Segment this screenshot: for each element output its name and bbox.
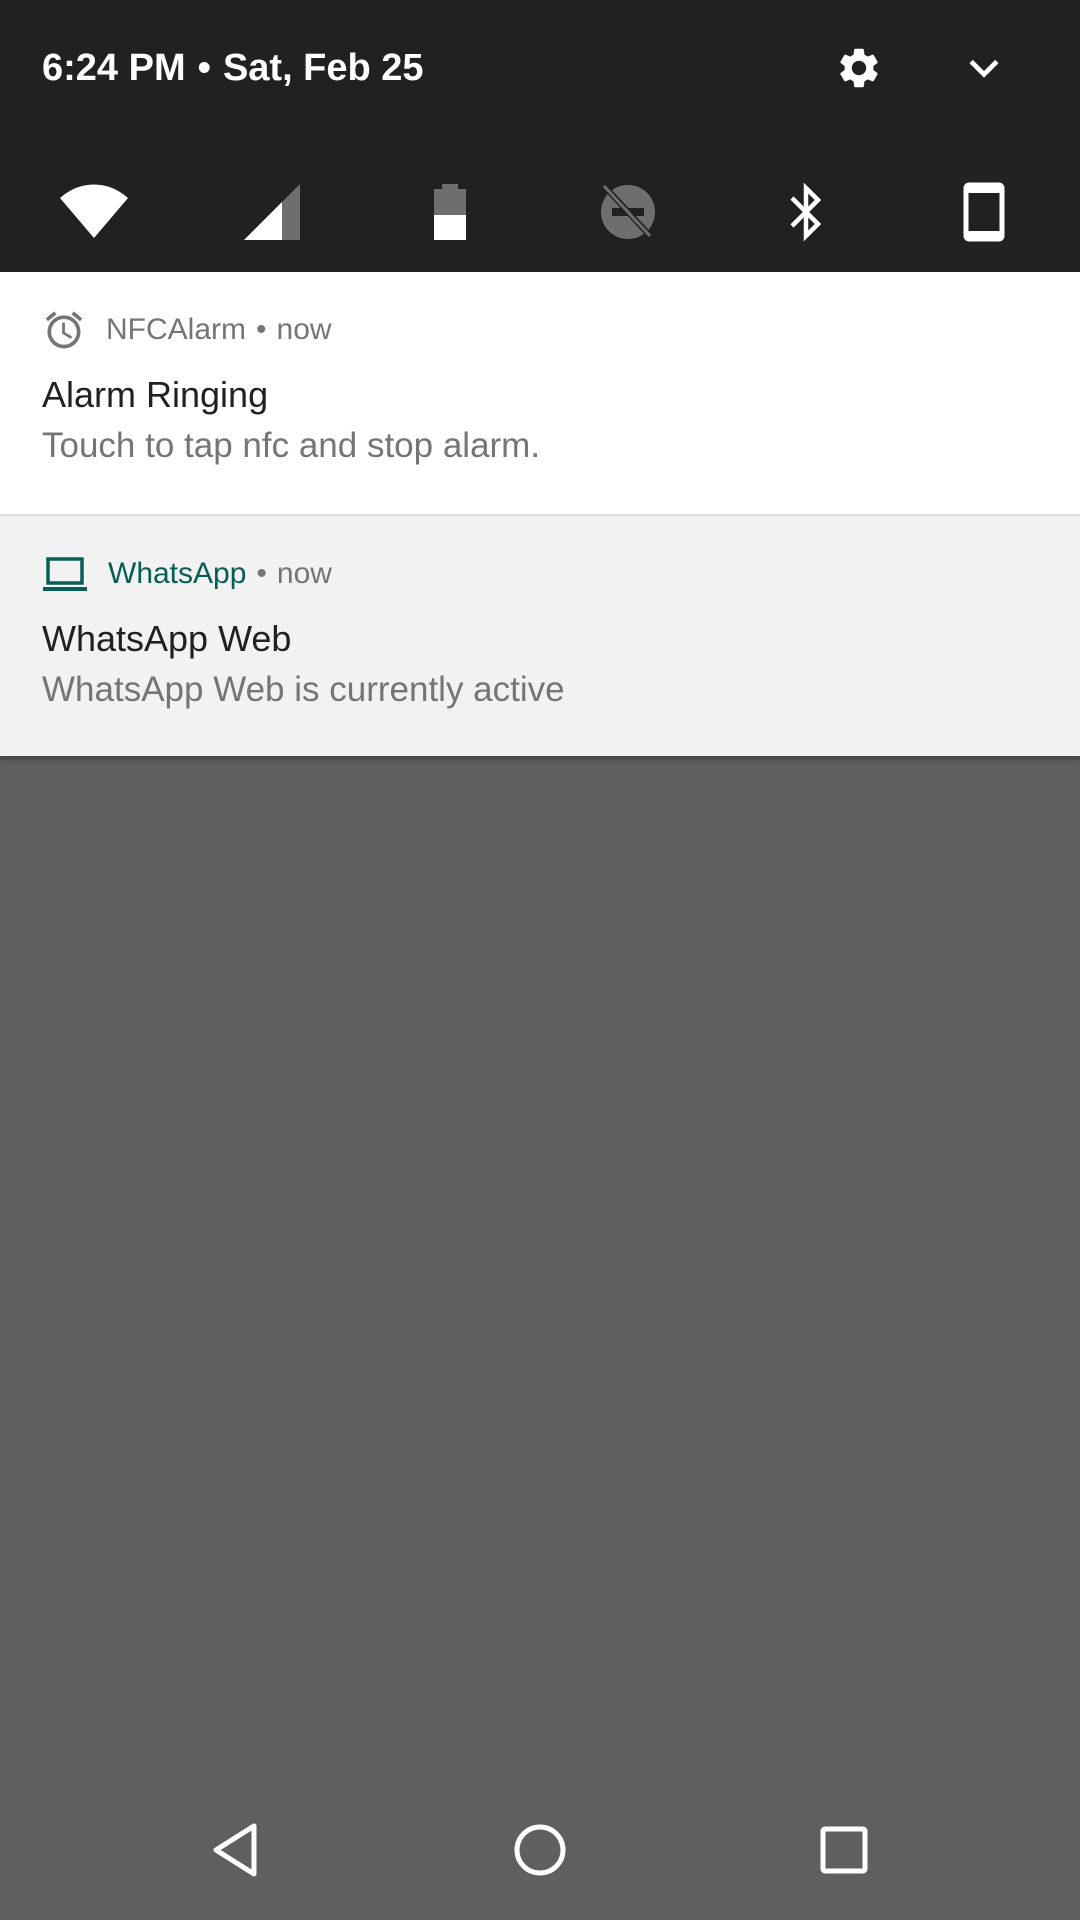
notification-time: now bbox=[276, 557, 332, 590]
notification-whatsapp[interactable]: WhatsApp • now WhatsApp Web WhatsApp Web… bbox=[0, 516, 1080, 756]
quick-settings-panel: 6:24 PM • Sat, Feb 25 bbox=[0, 0, 1080, 272]
clock-date: 6:24 PM • Sat, Feb 25 bbox=[42, 48, 424, 88]
alarm-clock-icon bbox=[45, 311, 83, 349]
cellular-tile[interactable] bbox=[232, 172, 312, 252]
recents-icon bbox=[820, 1826, 868, 1874]
auto-rotate-tile[interactable] bbox=[944, 172, 1024, 252]
notification-nfcalarm[interactable]: NFCAlarm • now Alarm Ringing Touch to ta… bbox=[0, 272, 1080, 516]
wifi-icon bbox=[60, 184, 128, 238]
quick-tiles-row bbox=[0, 160, 1080, 250]
notification-text: Touch to tap nfc and stop alarm. bbox=[42, 426, 541, 465]
do-not-disturb-off-icon bbox=[601, 184, 655, 241]
clock-date-text: Sat, Feb 25 bbox=[222, 47, 424, 89]
wifi-tile[interactable] bbox=[54, 172, 134, 252]
notification-title: WhatsApp Web bbox=[42, 618, 292, 659]
do-not-disturb-tile[interactable] bbox=[588, 172, 668, 252]
notification-separator: • bbox=[256, 557, 267, 590]
clock-separator: • bbox=[197, 47, 211, 89]
bluetooth-tile[interactable] bbox=[766, 172, 846, 252]
expand-button[interactable] bbox=[952, 36, 1016, 100]
settings-button[interactable] bbox=[827, 36, 891, 100]
gear-icon bbox=[840, 48, 878, 88]
notification-title: Alarm Ringing bbox=[42, 374, 269, 415]
battery-tile[interactable] bbox=[410, 172, 490, 252]
home-icon bbox=[514, 1824, 566, 1876]
phone-rotation-icon bbox=[963, 182, 1005, 242]
notification-text: WhatsApp Web is currently active bbox=[42, 670, 565, 709]
navigation-bar bbox=[0, 1780, 1080, 1920]
notification-separator: • bbox=[256, 313, 267, 346]
notification-header: NFCAlarm • now bbox=[42, 310, 332, 350]
notification-header: WhatsApp • now bbox=[42, 554, 332, 594]
notification-app-name: WhatsApp bbox=[108, 557, 247, 590]
clock-time: 6:24 PM bbox=[42, 47, 186, 89]
battery-icon bbox=[434, 184, 466, 240]
back-icon bbox=[213, 1823, 257, 1877]
recents-button[interactable] bbox=[804, 1810, 884, 1890]
laptop-icon bbox=[43, 557, 87, 591]
quick-settings-header: 6:24 PM • Sat, Feb 25 bbox=[0, 0, 1080, 140]
home-button[interactable] bbox=[500, 1810, 580, 1890]
bluetooth-icon bbox=[790, 182, 822, 242]
back-button[interactable] bbox=[196, 1810, 276, 1890]
cellular-signal-icon bbox=[244, 184, 300, 240]
notification-time: now bbox=[276, 313, 332, 346]
notification-app-name: NFCAlarm bbox=[106, 313, 246, 346]
chevron-down-icon bbox=[969, 59, 999, 78]
